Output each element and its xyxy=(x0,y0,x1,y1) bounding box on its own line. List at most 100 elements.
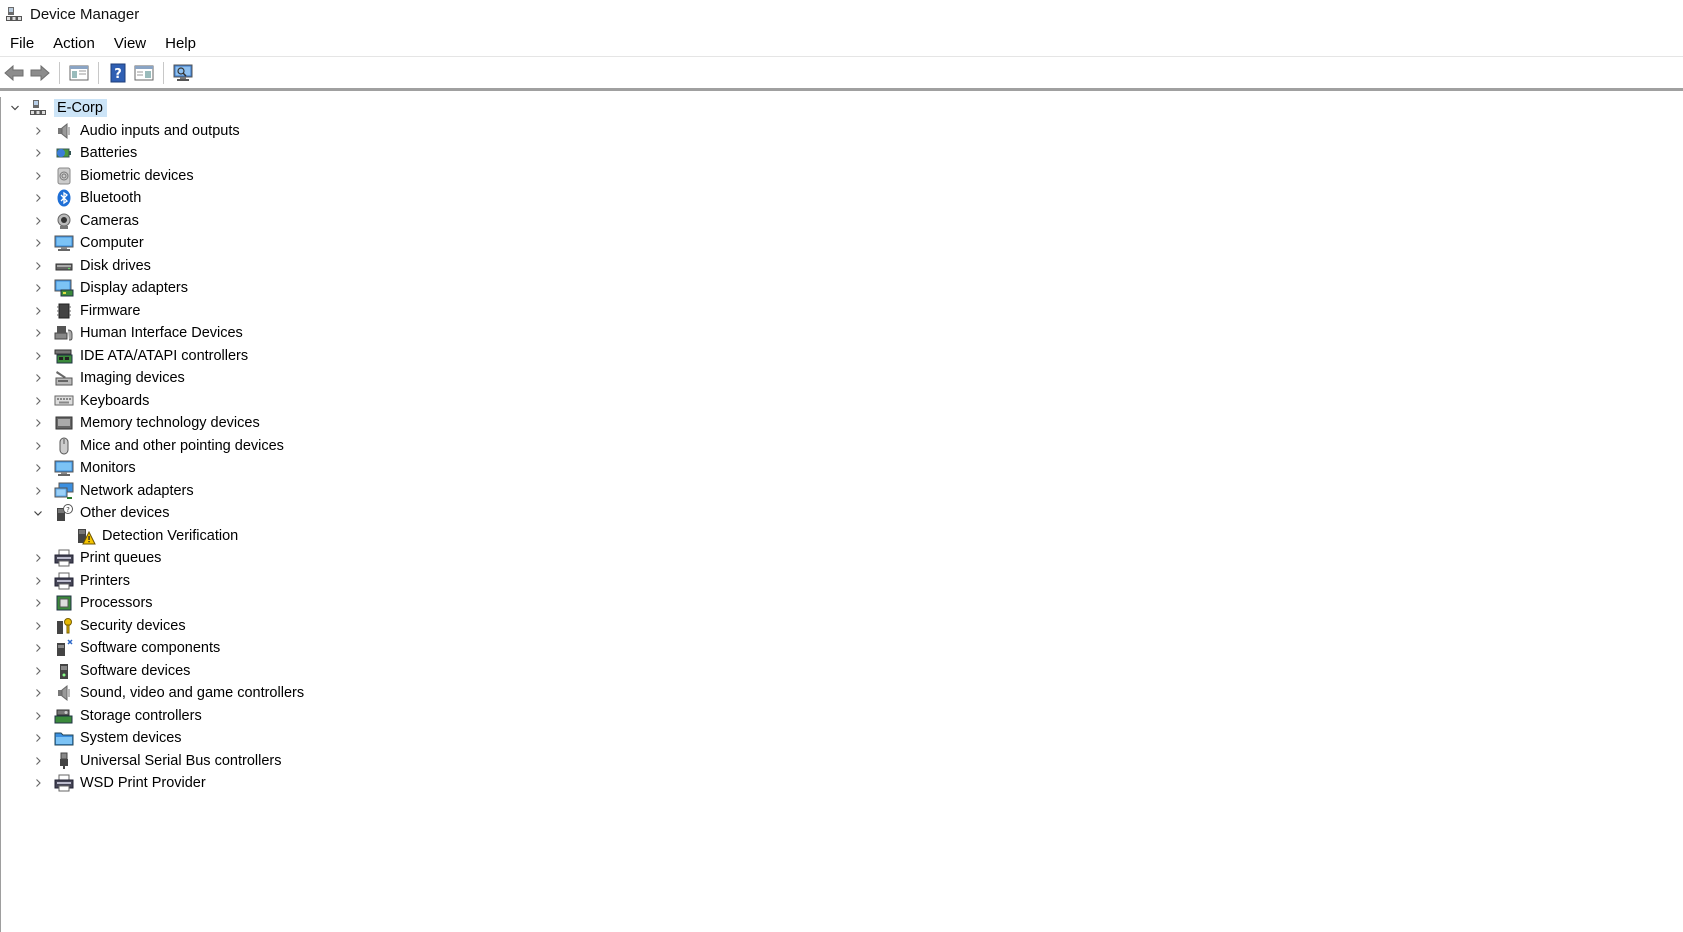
chevron-down-icon[interactable] xyxy=(8,101,22,115)
menu-help[interactable]: Help xyxy=(157,32,204,55)
chevron-right-icon[interactable] xyxy=(31,461,45,475)
tree-item-device[interactable]: Detection Verification xyxy=(1,525,1683,548)
tree-item-category[interactable]: Cameras xyxy=(1,210,1683,233)
chevron-right-icon[interactable] xyxy=(31,169,45,183)
chevron-right-icon[interactable] xyxy=(31,304,45,318)
chevron-right-icon[interactable] xyxy=(31,439,45,453)
tree-item-category[interactable]: Firmware xyxy=(1,300,1683,323)
chevron-right-icon[interactable] xyxy=(31,191,45,205)
tree-item-label: System devices xyxy=(80,730,182,747)
tree-root[interactable]: E-Corp xyxy=(1,97,1683,120)
chevron-right-icon[interactable] xyxy=(31,214,45,228)
system-folder-icon xyxy=(54,728,74,748)
chevron-right-icon[interactable] xyxy=(31,259,45,273)
tree-item-label: Human Interface Devices xyxy=(80,325,243,342)
scanner-icon xyxy=(54,368,74,388)
chevron-right-icon[interactable] xyxy=(31,619,45,633)
chevron-right-icon[interactable] xyxy=(31,484,45,498)
tree-item-category[interactable]: Storage controllers xyxy=(1,705,1683,728)
tree-item-category[interactable]: Monitors xyxy=(1,457,1683,480)
chevron-right-icon[interactable] xyxy=(31,371,45,385)
forward-button[interactable] xyxy=(27,61,53,85)
toolbar-separator xyxy=(163,62,164,84)
toolbar-separator xyxy=(59,62,60,84)
chevron-right-icon[interactable] xyxy=(31,731,45,745)
tree-item-label: Keyboards xyxy=(80,392,150,409)
speaker-icon xyxy=(54,121,74,141)
tree-item-category[interactable]: Biometric devices xyxy=(1,165,1683,188)
tree-item-category[interactable]: WSD Print Provider xyxy=(1,772,1683,795)
monitor-icon xyxy=(54,233,74,253)
tree-item-category[interactable]: Software devices xyxy=(1,660,1683,683)
chevron-right-icon[interactable] xyxy=(31,394,45,408)
tree-item-category[interactable]: Printers xyxy=(1,570,1683,593)
software-component-icon xyxy=(54,638,74,658)
chevron-right-icon[interactable] xyxy=(31,574,45,588)
tree-item-category[interactable]: Network adapters xyxy=(1,480,1683,503)
scan-hardware-button[interactable] xyxy=(170,61,196,85)
security-key-icon xyxy=(54,616,74,636)
chevron-right-icon[interactable] xyxy=(31,124,45,138)
help-button[interactable]: ? xyxy=(105,61,131,85)
chevron-right-icon[interactable] xyxy=(31,236,45,250)
tree-item-label: IDE ATA/ATAPI controllers xyxy=(80,347,249,364)
menu-file[interactable]: File xyxy=(2,32,42,55)
tree-item-category[interactable]: Human Interface Devices xyxy=(1,322,1683,345)
chevron-right-icon[interactable] xyxy=(31,146,45,160)
menu-view[interactable]: View xyxy=(106,32,154,55)
tree-item-category[interactable]: Imaging devices xyxy=(1,367,1683,390)
tree-item-category[interactable]: Bluetooth xyxy=(1,187,1683,210)
tree-item-category[interactable]: Print queues xyxy=(1,547,1683,570)
tree-root-label: E-Corp xyxy=(54,99,107,118)
display-adapter-icon xyxy=(54,278,74,298)
tree-item-category[interactable]: Keyboards xyxy=(1,390,1683,413)
monitor-icon xyxy=(54,458,74,478)
chevron-down-icon[interactable] xyxy=(31,506,45,520)
tree-item-category[interactable]: Batteries xyxy=(1,142,1683,165)
chevron-right-icon[interactable] xyxy=(31,551,45,565)
chevron-right-icon[interactable] xyxy=(31,349,45,363)
warning-device-icon xyxy=(76,526,96,546)
tree-item-label: Software devices xyxy=(80,662,191,679)
window-title: Device Manager xyxy=(30,5,140,23)
chevron-right-icon[interactable] xyxy=(31,709,45,723)
scan-hardware-icon xyxy=(173,64,193,81)
tree-item-category[interactable]: Disk drives xyxy=(1,255,1683,278)
chevron-right-icon[interactable] xyxy=(31,596,45,610)
tree-item-label: Audio inputs and outputs xyxy=(80,122,240,139)
tree-item-category[interactable]: Sound, video and game controllers xyxy=(1,682,1683,705)
tree-item-category[interactable]: Mice and other pointing devices xyxy=(1,435,1683,458)
chevron-right-icon[interactable] xyxy=(31,326,45,340)
back-button[interactable] xyxy=(1,61,27,85)
tree-item-label: Network adapters xyxy=(80,482,194,499)
chevron-right-icon[interactable] xyxy=(31,686,45,700)
show-hide-console-tree-button[interactable] xyxy=(66,61,92,85)
disk-drive-icon xyxy=(54,256,74,276)
device-manager-app-icon xyxy=(4,4,24,24)
tree-item-category[interactable]: System devices xyxy=(1,727,1683,750)
svg-text:?: ? xyxy=(114,67,122,82)
printer-icon xyxy=(54,571,74,591)
ide-controller-icon xyxy=(54,346,74,366)
tree-item-category[interactable]: Memory technology devices xyxy=(1,412,1683,435)
chevron-right-icon[interactable] xyxy=(31,664,45,678)
menu-action[interactable]: Action xyxy=(45,32,103,55)
tree-item-category[interactable]: Audio inputs and outputs xyxy=(1,120,1683,143)
tree-item-category[interactable]: Security devices xyxy=(1,615,1683,638)
tree-item-category[interactable]: Computer xyxy=(1,232,1683,255)
tree-item-category[interactable]: Processors xyxy=(1,592,1683,615)
tree-item-category[interactable]: Software components xyxy=(1,637,1683,660)
tree-item-category[interactable]: ? Other devices xyxy=(1,502,1683,525)
chevron-right-icon[interactable] xyxy=(31,281,45,295)
properties-button[interactable] xyxy=(131,61,157,85)
chevron-right-icon[interactable] xyxy=(31,641,45,655)
properties-icon xyxy=(134,65,154,81)
tree-item-category[interactable]: Display adapters xyxy=(1,277,1683,300)
tree-item-category[interactable]: IDE ATA/ATAPI controllers xyxy=(1,345,1683,368)
chevron-right-icon[interactable] xyxy=(31,776,45,790)
tree-item-label: Display adapters xyxy=(80,280,188,297)
chevron-right-icon[interactable] xyxy=(31,416,45,430)
tree-item-category[interactable]: Universal Serial Bus controllers xyxy=(1,750,1683,773)
tree-item-label: Biometric devices xyxy=(80,167,194,184)
chevron-right-icon[interactable] xyxy=(31,754,45,768)
